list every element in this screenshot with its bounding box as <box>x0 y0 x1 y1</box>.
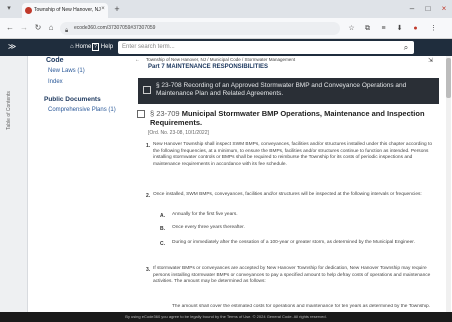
back-icon[interactable]: ← <box>4 22 16 34</box>
paragraph-4: The amount shall cover the estimated cos… <box>172 304 431 309</box>
comprehensive-plans-label: Comprehensive Plans <box>48 107 107 113</box>
item-text: During or immediately after the cessatio… <box>172 240 415 245</box>
tab-close-icon[interactable]: × <box>99 5 107 13</box>
extensions-icon[interactable]: ⧉ <box>362 23 373 34</box>
breadcrumb[interactable]: Township of New Hanover, NJ / Municipal … <box>146 57 295 62</box>
forward-icon[interactable]: → <box>18 22 30 34</box>
tab-list-icon[interactable]: ▾ <box>4 4 14 14</box>
part-title: Part 7 MAINTENANCE RESPONSIBILITIES <box>148 64 269 70</box>
code-heading[interactable]: Code <box>46 57 64 64</box>
favicon-icon <box>25 7 32 14</box>
expand-icon[interactable]: ⇲ <box>428 57 433 64</box>
home-label: Home <box>75 44 92 50</box>
back-arrow-icon[interactable]: ← <box>135 57 140 63</box>
help-icon: ? <box>92 43 99 51</box>
home-link[interactable]: ⌂ Home <box>70 42 91 53</box>
section-checkbox[interactable] <box>137 110 145 118</box>
section-checkbox[interactable] <box>143 86 151 94</box>
item-text: Once every three years thereafter. <box>172 225 245 230</box>
new-laws-count: 1 <box>79 68 83 74</box>
close-window-button[interactable]: × <box>438 3 450 15</box>
public-docs-heading[interactable]: Public Documents <box>44 96 101 103</box>
new-tab-button[interactable]: + <box>112 4 122 14</box>
downloads-icon[interactable]: ⬇ <box>394 23 405 34</box>
browser-tab[interactable]: Township of New Hanover, NJ <box>22 3 108 18</box>
comprehensive-plans-count: 1 <box>110 107 114 113</box>
new-laws-link[interactable]: New Laws (1) <box>48 68 85 74</box>
history-note: [Ord. No. 23-08, 10/1/2022] <box>148 130 209 136</box>
item-letter: C. <box>160 241 165 247</box>
lock-icon: 🔒︎ <box>65 28 69 34</box>
reload-icon[interactable]: ↻ <box>32 22 44 34</box>
index-link[interactable]: Index <box>48 79 63 85</box>
comprehensive-plans-link[interactable]: Comprehensive Plans (1) <box>48 107 116 113</box>
para-number: 3. <box>146 267 151 273</box>
star-icon[interactable]: ☆ <box>346 23 357 34</box>
item-letter: B. <box>160 226 165 232</box>
minimize-button[interactable]: – <box>406 3 418 15</box>
item-text: Annually for the first five years. <box>172 212 238 217</box>
previous-section-title: § 23-708 Recording of an Approved Stormw… <box>156 82 407 97</box>
new-laws-label: New Laws <box>48 68 76 74</box>
toc-rail-label[interactable]: Table of Contents <box>6 70 20 130</box>
para-number: 2. <box>146 193 151 199</box>
section-title: Municipal Stormwater BMP Operations, Mai… <box>150 109 425 127</box>
search-icon[interactable]: ⌕ <box>401 42 411 53</box>
url-field[interactable]: 🔒︎ ecode360.com/37307059#37307059 <box>60 22 340 35</box>
browser-menu-icon[interactable]: ⋮ <box>428 23 439 34</box>
collections-icon[interactable]: ≡ <box>378 23 389 34</box>
hamburger-icon[interactable]: ≫ <box>7 42 17 52</box>
help-label: Help <box>100 44 114 50</box>
section-number: § 23-709 <box>150 109 180 118</box>
home-icon[interactable]: ⌂ <box>45 22 57 34</box>
tab-title: Township of New Hanover, NJ <box>34 7 101 13</box>
profile-icon[interactable]: ● <box>410 23 421 34</box>
section-heading: § 23-709 Municipal Stormwater BMP Operat… <box>150 109 440 127</box>
scrollbar-thumb[interactable] <box>446 58 451 98</box>
url-text: ecode360.com/37307059#37307059 <box>74 25 156 31</box>
paragraph-2: Once installed, SWM BMPs, conveyances, f… <box>153 192 422 197</box>
paragraph-3: If stormwater BMPs or conveyances are ac… <box>153 266 431 285</box>
maximize-button[interactable]: □ <box>422 3 434 15</box>
para-number: 1. <box>146 143 151 149</box>
paragraph-1: New Hanover Township shall inspect SWM B… <box>153 142 433 167</box>
search-input[interactable]: Enter search term... <box>118 41 414 54</box>
footer: By using eCode360 you agree to be legall… <box>0 312 452 322</box>
help-link[interactable]: ? Help <box>92 42 113 53</box>
item-letter: A. <box>160 213 165 219</box>
